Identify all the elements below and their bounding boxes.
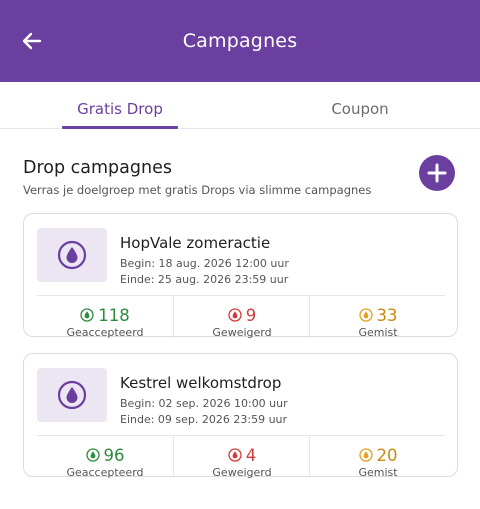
drop-accepted-icon — [80, 308, 94, 322]
stat-rejected: 4 Geweigerd — [173, 436, 309, 479]
accepted-label: Geaccepteerd — [66, 326, 144, 339]
accepted-count: 96 — [103, 446, 125, 465]
tab-coupon[interactable]: Coupon — [240, 82, 480, 129]
plus-icon — [419, 155, 455, 191]
missed-label: Gemist — [358, 326, 398, 339]
stat-accepted: 96 Geaccepteerd — [37, 436, 173, 479]
drop-missed-icon — [358, 308, 373, 322]
missed-label: Gemist — [358, 466, 398, 479]
campaign-card[interactable]: HopVale zomeractie Begin: 18 aug. 2026 1… — [23, 213, 458, 339]
drop-logo-icon — [57, 380, 87, 410]
drop-rejected-icon — [228, 308, 242, 322]
campaign-begin: Begin: 18 aug. 2026 12:00 uur — [120, 257, 289, 270]
campaign-thumbnail — [37, 228, 107, 282]
campaign-thumbnail — [37, 368, 107, 422]
stat-missed: 20 Gemist — [309, 436, 445, 479]
rejected-count: 4 — [245, 446, 257, 465]
rejected-count: 9 — [245, 306, 257, 325]
stat-missed: 33 Gemist — [309, 296, 445, 339]
section-subtitle: Verras je doelgroep met gratis Drops via… — [23, 183, 372, 197]
rejected-label: Geweigerd — [212, 466, 272, 479]
campaign-end: Einde: 25 aug. 2026 23:59 uur — [120, 273, 289, 286]
campaign-begin: Begin: 02 sep. 2026 10:00 uur — [120, 397, 288, 410]
drop-rejected-icon — [228, 448, 242, 462]
drop-accepted-icon — [85, 448, 100, 462]
add-campaign-button[interactable] — [419, 155, 455, 191]
active-tab-indicator — [62, 126, 178, 129]
rejected-label: Geweigerd — [212, 326, 272, 339]
missed-count: 20 — [376, 446, 398, 465]
app-bar: Campagnes — [0, 0, 480, 82]
campaign-card[interactable]: Kestrel welkomstdrop Begin: 02 sep. 2026… — [23, 353, 458, 479]
accepted-label: Geaccepteerd — [66, 466, 144, 479]
tab-gratis-drop[interactable]: Gratis Drop — [0, 82, 240, 129]
drop-missed-icon — [358, 448, 373, 462]
campaign-name: HopVale zomeractie — [120, 234, 271, 252]
drop-logo-icon — [57, 240, 87, 270]
page-title: Campagnes — [182, 30, 298, 52]
missed-count: 33 — [376, 306, 398, 325]
stat-accepted: 118 Geaccepteerd — [37, 296, 173, 339]
tab-bar: Gratis Drop Coupon — [0, 82, 480, 129]
campaign-name: Kestrel welkomstdrop — [120, 374, 282, 392]
accepted-count: 118 — [98, 306, 130, 325]
stat-rejected: 9 Geweigerd — [173, 296, 309, 339]
campaign-end: Einde: 09 sep. 2026 23:59 uur — [120, 413, 288, 426]
section-title: Drop campagnes — [23, 158, 172, 178]
